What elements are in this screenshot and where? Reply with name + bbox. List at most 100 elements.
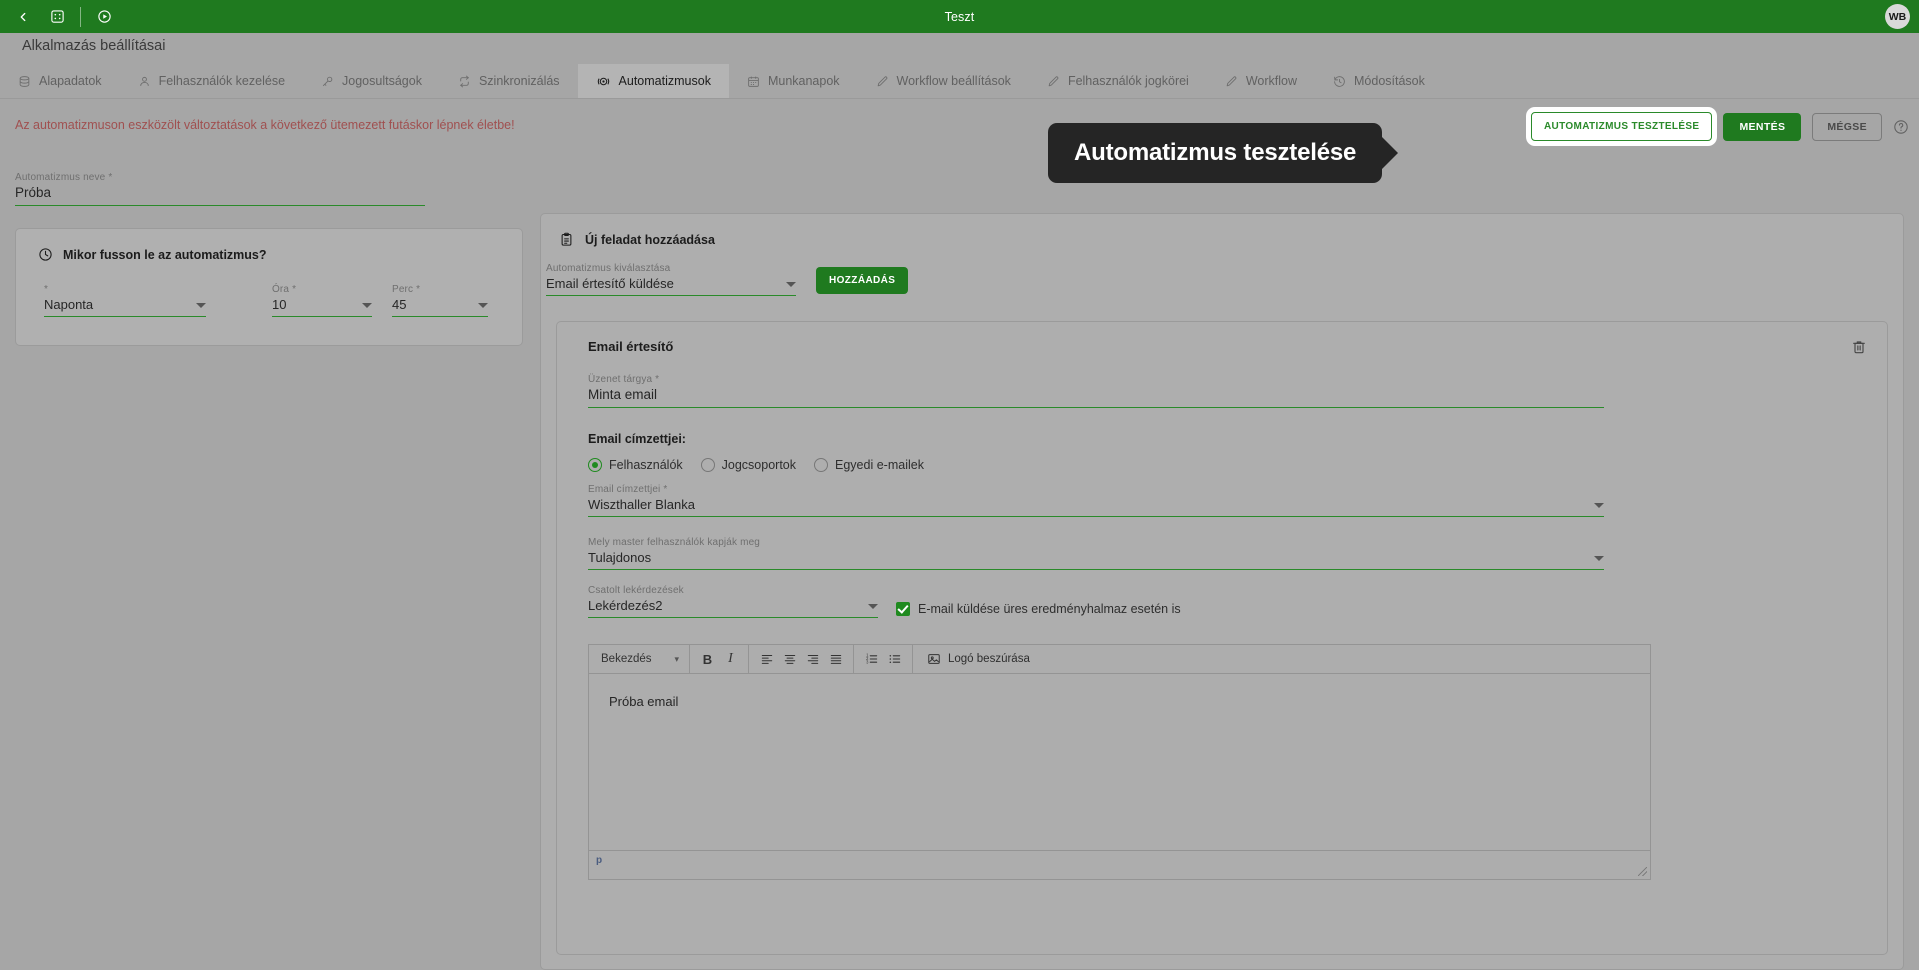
align-justify-icon[interactable] <box>824 648 847 671</box>
page-title: Alkalmazás beállításai <box>22 38 166 54</box>
tooltip-arrow <box>1381 136 1399 170</box>
radio-felhasznalok[interactable]: Felhasználók <box>588 458 683 472</box>
hour-value: 10 <box>272 297 287 312</box>
tooltip-text: Automatizmus tesztelése <box>1048 123 1383 183</box>
recipients-value: Wiszthaller Blanka <box>588 497 695 512</box>
svg-text:3: 3 <box>866 660 869 665</box>
back-icon[interactable] <box>6 0 40 33</box>
align-right-icon[interactable] <box>801 648 824 671</box>
schedule-fields: * Naponta Óra * 10 Perc * 45 <box>44 284 522 317</box>
settings-tabs: Alapadatok Felhasználók kezelése Jogosul… <box>0 64 1919 99</box>
field-label: Óra * <box>272 284 297 295</box>
tooltip-callout: Automatizmus tesztelése <box>1048 123 1399 183</box>
radio-dot-icon <box>700 458 715 472</box>
tab-munkanapok[interactable]: Munkanapok <box>729 64 858 98</box>
radio-label: Jogcsoportok <box>721 458 797 472</box>
tab-automatizmusok[interactable]: Automatizmusok <box>577 64 729 98</box>
chevron-down-icon <box>362 303 372 308</box>
chevron-down-icon <box>786 282 796 287</box>
toolbar-divider <box>80 6 81 27</box>
automation-gear-icon <box>596 74 611 89</box>
master-users-value: Tulajdonos <box>588 550 652 565</box>
automation-name-input[interactable]: Próba <box>15 185 425 206</box>
chevron-down-icon <box>868 604 878 609</box>
pencil-icon <box>1047 75 1060 88</box>
recipients-select[interactable]: Email címzettjei * Wiszthaller Blanka <box>588 484 1604 517</box>
field-label: Perc * <box>392 284 421 295</box>
editor-resize-handle[interactable] <box>1638 867 1647 876</box>
test-automation-button[interactable]: AUTOMATIZMUS TESZTELÉSE <box>1530 112 1713 141</box>
field-label: Csatolt lekérdezések <box>588 585 684 596</box>
attached-query-value: Lekérdezés2 <box>588 598 663 613</box>
editor-list-group: 123 <box>854 645 913 673</box>
tab-felhasznalok-kezelese[interactable]: Felhasználók kezelése <box>120 64 303 98</box>
align-center-icon[interactable] <box>778 648 801 671</box>
subject-input[interactable]: Minta email <box>588 387 1604 408</box>
tab-label: Automatizmusok <box>618 74 711 88</box>
tab-workflow[interactable]: Workflow <box>1207 64 1315 98</box>
editor-insert-group: Logó beszúrása <box>913 645 1044 673</box>
automation-type-value: Email értesítő küldése <box>546 276 674 291</box>
play-circle-icon[interactable] <box>87 0 121 33</box>
database-icon <box>18 75 31 88</box>
tab-workflow-beallitasok[interactable]: Workflow beállítások <box>858 64 1029 98</box>
empty-result-checkbox[interactable]: E-mail küldése üres eredményhalmaz eseté… <box>896 602 1181 616</box>
paragraph-format-value: Bekezdés <box>601 653 652 665</box>
checkbox-label: E-mail küldése üres eredményhalmaz eseté… <box>918 602 1181 616</box>
hour-select[interactable]: Óra * 10 <box>272 284 372 317</box>
email-body-text[interactable]: Próba email <box>589 674 1650 850</box>
ordered-list-icon[interactable]: 123 <box>860 648 883 671</box>
add-task-button[interactable]: HOZZÁADÁS <box>816 267 909 294</box>
cancel-button[interactable]: MÉGSE <box>1812 112 1882 141</box>
minute-select[interactable]: Perc * 45 <box>392 284 488 317</box>
field-label: Automatizmus kiválasztása <box>546 263 671 274</box>
avatar[interactable]: WB <box>1885 4 1910 29</box>
italic-button[interactable]: I <box>719 648 742 671</box>
recipient-type-radiogroup: Felhasználók Jogcsoportok Egyedi e-maile… <box>588 458 924 472</box>
chevron-down-icon <box>196 303 206 308</box>
chevron-down-icon <box>478 303 488 308</box>
editor-status-path: p <box>589 850 1650 869</box>
schedule-heading: Mikor fusson le az automatizmus? <box>38 247 522 262</box>
frequency-select[interactable]: * Naponta <box>44 284 206 317</box>
tab-modositasok[interactable]: Módosítások <box>1315 64 1443 98</box>
align-left-icon[interactable] <box>755 648 778 671</box>
save-button[interactable]: MENTÉS <box>1723 112 1802 141</box>
field-label: Mely master felhasználók kapják meg <box>588 537 760 548</box>
master-users-select[interactable]: Mely master felhasználók kapják meg Tula… <box>588 537 1604 570</box>
subject-field[interactable]: Üzenet tárgya * Minta email <box>588 374 1604 408</box>
paragraph-format-select[interactable]: Bekezdés ▾ <box>595 653 683 665</box>
field-label: Email címzettjei * <box>588 484 668 495</box>
tab-label: Workflow <box>1245 74 1298 88</box>
editor-format-group: Bekezdés ▾ <box>589 645 690 673</box>
pencil-icon <box>1225 75 1238 88</box>
automation-name-field[interactable]: Automatizmus neve * Próba <box>15 172 425 206</box>
field-label: Üzenet tárgya * <box>588 374 660 385</box>
add-task-heading: Új feladat hozzáadása <box>559 232 1903 247</box>
task-panel: Új feladat hozzáadása Automatizmus kivál… <box>540 213 1904 970</box>
trash-icon[interactable] <box>1851 339 1867 355</box>
automation-type-select[interactable]: Automatizmus kiválasztása Email értesítő… <box>546 263 796 296</box>
task-card-title: Email értesítő <box>588 339 674 354</box>
tab-label: Felhasználók jogkörei <box>1067 74 1189 88</box>
history-icon <box>1333 75 1346 88</box>
bold-button[interactable]: B <box>696 648 719 671</box>
radio-egyedi-emailek[interactable]: Egyedi e-mailek <box>814 458 924 472</box>
sync-icon <box>458 75 471 88</box>
tab-label: Módosítások <box>1354 74 1425 88</box>
tab-szinkronizalas[interactable]: Szinkronizálás <box>440 64 578 98</box>
tab-alapadatok[interactable]: Alapadatok <box>0 64 120 98</box>
insert-logo-button[interactable]: Logó beszúrása <box>919 652 1038 666</box>
minute-value: 45 <box>392 297 407 312</box>
unordered-list-icon[interactable] <box>883 648 906 671</box>
attached-query-select[interactable]: Csatolt lekérdezések Lekérdezés2 <box>588 585 878 618</box>
tab-label: Alapadatok <box>39 74 102 88</box>
tab-felhasznalok-jogkorei[interactable]: Felhasználók jogkörei <box>1029 64 1207 98</box>
radio-jogcsoportok[interactable]: Jogcsoportok <box>700 458 797 472</box>
automation-select-row: Automatizmus kiválasztása Email értesítő… <box>546 263 1903 296</box>
tab-label: Jogosultságok <box>342 74 422 88</box>
tab-jogosultsagok[interactable]: Jogosultságok <box>303 64 440 98</box>
grid-apps-icon[interactable] <box>40 0 74 33</box>
question-circle-icon[interactable] <box>1893 119 1909 135</box>
calendar-icon <box>747 75 760 88</box>
